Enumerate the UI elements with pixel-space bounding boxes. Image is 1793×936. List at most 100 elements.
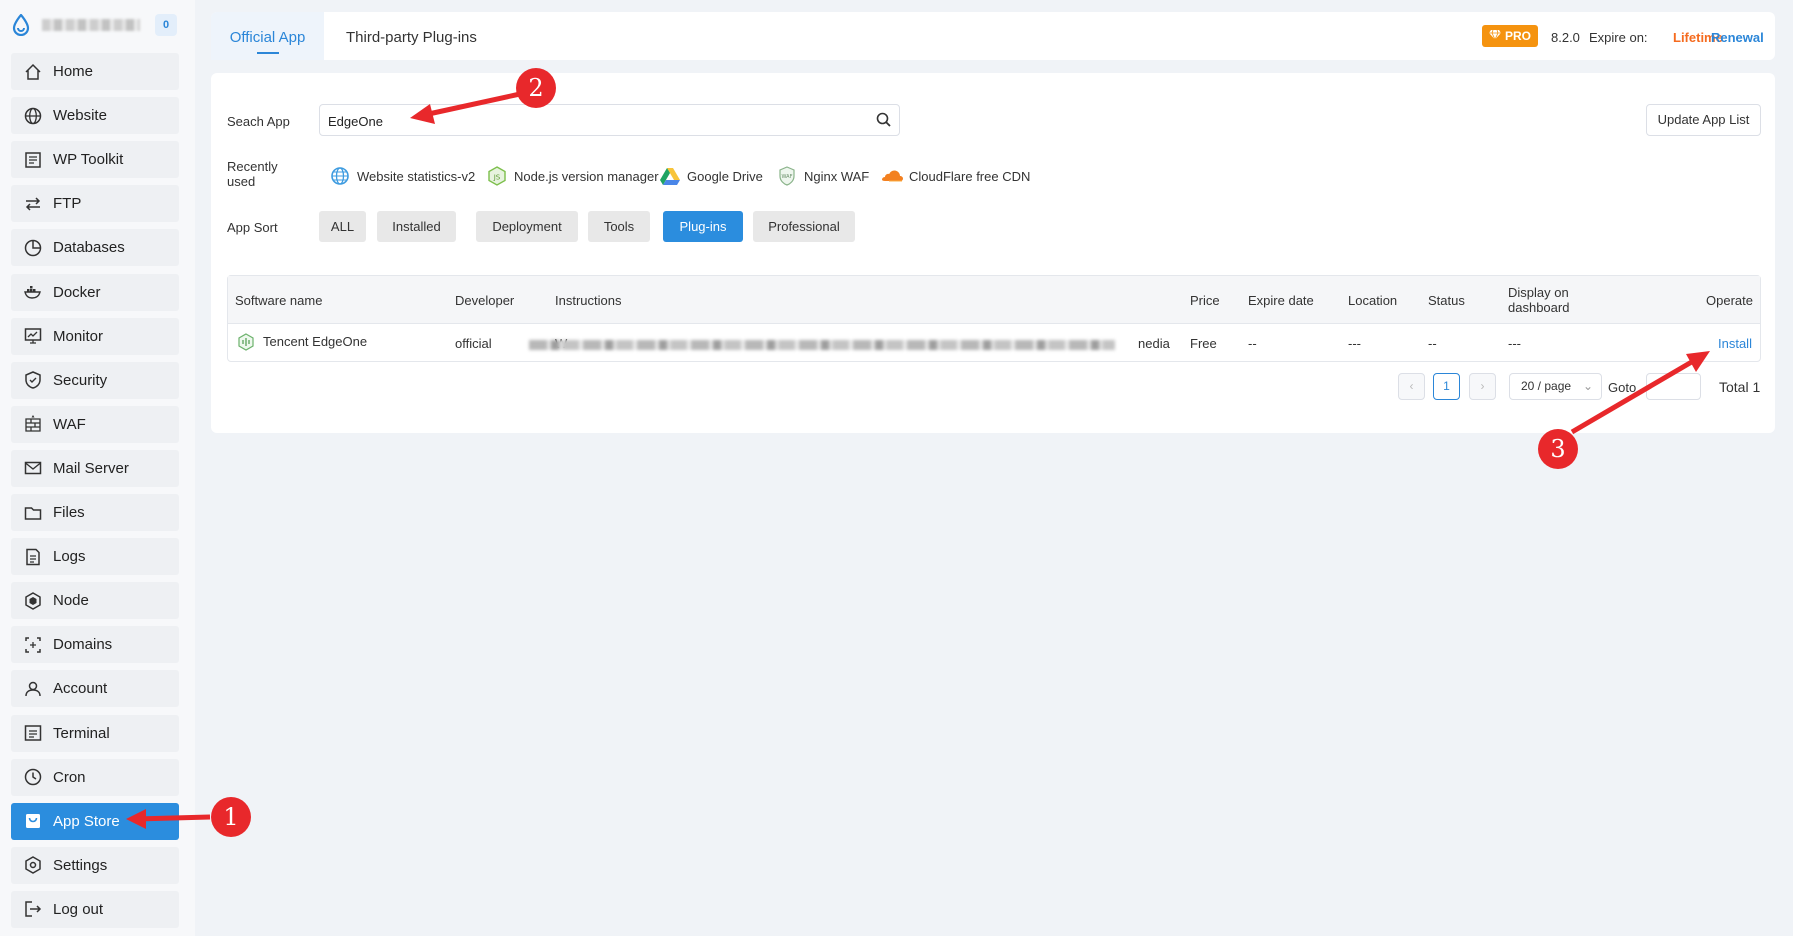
logo-icon — [12, 13, 30, 39]
install-link[interactable]: Install — [1718, 336, 1752, 351]
statistics-icon — [329, 165, 351, 187]
folder-icon — [23, 503, 43, 523]
col-developer: Developer — [455, 293, 515, 308]
recent-item-nodejs-version-manager[interactable]: JS Node.js version manager — [486, 165, 659, 187]
sort-plugins-button[interactable]: Plug-ins — [663, 211, 743, 242]
svg-text:WAF: WAF — [782, 174, 793, 180]
sidebar-item-cron[interactable]: Cron — [11, 758, 179, 796]
status-cell: -- — [1428, 336, 1437, 351]
app-sort-label: App Sort — [227, 220, 278, 235]
sort-all-button[interactable]: ALL — [319, 211, 366, 242]
sidebar-item-settings[interactable]: Settings — [11, 846, 179, 884]
location-cell: --- — [1348, 336, 1361, 351]
sidebar-item-app-store[interactable]: App Store — [11, 802, 179, 840]
sidebar-item-security[interactable]: Security — [11, 361, 179, 399]
recently-used-label: Recently used — [227, 159, 278, 189]
notification-badge[interactable]: 0 — [155, 14, 177, 36]
sidebar-item-mail-server[interactable]: Mail Server — [11, 449, 179, 487]
sidebar-item-label: Log out — [53, 900, 104, 918]
sidebar-item-label: Account — [53, 680, 108, 698]
settings-icon — [23, 855, 43, 875]
recent-item-cloudflare-cdn[interactable]: CloudFlare free CDN — [881, 165, 1030, 187]
sidebar-item-label: Logs — [53, 548, 86, 566]
next-page-button[interactable]: › — [1469, 373, 1496, 400]
sort-tools-button[interactable]: Tools — [588, 211, 650, 242]
sidebar-item-label: Cron — [53, 768, 86, 786]
svg-text:JS: JS — [493, 174, 501, 182]
sidebar-item-ftp[interactable]: FTP — [11, 185, 179, 223]
developer-cell: official — [455, 336, 492, 351]
domain-icon — [23, 635, 43, 655]
docker-icon — [23, 282, 43, 302]
search-icon[interactable] — [876, 112, 891, 130]
sidebar-item-wp-toolkit[interactable]: WP Toolkit — [11, 141, 179, 179]
sidebar-item-databases[interactable]: Databases — [11, 229, 179, 267]
col-location: Location — [1348, 293, 1398, 308]
price-cell: Free — [1190, 336, 1217, 351]
sidebar-item-label: Website — [53, 107, 107, 125]
page-1-button[interactable]: 1 — [1433, 373, 1460, 400]
sidebar-item-domains[interactable]: Domains — [11, 626, 179, 664]
recent-item-website-statistics[interactable]: Website statistics-v2 — [329, 165, 475, 187]
goto-input[interactable] — [1646, 373, 1701, 400]
sidebar-item-monitor[interactable]: Monitor — [11, 317, 179, 355]
firewall-icon — [23, 414, 43, 434]
recent-item-google-drive[interactable]: Google Drive — [659, 165, 763, 187]
nodejs-icon: JS — [486, 165, 508, 187]
sidebar-item-label: Mail Server — [53, 459, 129, 477]
sidebar-item-logs[interactable]: Logs — [11, 538, 179, 576]
search-label: Seach App — [227, 114, 290, 129]
app-store-panel: Seach App Update App List Recently used … — [211, 73, 1775, 433]
prev-page-button[interactable]: ‹ — [1398, 373, 1425, 400]
sidebar-item-files[interactable]: Files — [11, 494, 179, 531]
total-count: Total 1 — [1719, 379, 1761, 395]
sidebar-item-label: FTP — [53, 195, 82, 213]
brand: 0 — [12, 12, 182, 38]
sidebar-item-log-out[interactable]: Log out — [11, 890, 179, 928]
edgeone-icon — [238, 333, 256, 351]
mail-icon — [23, 458, 43, 478]
tab-official-app[interactable]: Official App — [211, 12, 324, 60]
display-cell: --- — [1508, 336, 1521, 351]
pro-badge[interactable]: PRO — [1482, 25, 1539, 47]
instructions-end: nedia — [1138, 336, 1170, 351]
recent-item-nginx-waf[interactable]: WAF Nginx WAF — [776, 165, 869, 187]
clock-icon — [23, 767, 43, 787]
sidebar-item-waf[interactable]: WAF — [11, 405, 179, 443]
search-input[interactable] — [328, 111, 848, 131]
sidebar-item-home[interactable]: Home — [11, 53, 179, 90]
sort-deployment-button[interactable]: Deployment — [476, 211, 578, 242]
sidebar-item-label: Terminal — [53, 724, 110, 742]
transfer-icon — [23, 194, 43, 214]
sidebar-item-docker[interactable]: Docker — [11, 273, 179, 311]
sidebar-item-label: Docker — [53, 283, 101, 301]
sidebar-item-label: Monitor — [53, 327, 104, 345]
annotation-number: 3 — [1550, 435, 1565, 463]
sidebar-item-terminal[interactable]: Terminal — [11, 714, 179, 752]
sidebar-item-label: Settings — [53, 856, 108, 874]
per-page-select[interactable]: 20 / page ⌄ — [1509, 373, 1602, 400]
annotation-number: 1 — [223, 803, 238, 831]
col-status: Status — [1428, 293, 1465, 308]
sidebar-item-website[interactable]: Website — [11, 97, 179, 135]
database-icon — [23, 238, 43, 258]
sidebar-item-account[interactable]: Account — [11, 670, 179, 708]
search-field[interactable] — [319, 104, 900, 136]
update-app-list-button[interactable]: Update App List — [1646, 104, 1761, 136]
sidebar-item-node[interactable]: Node — [11, 582, 179, 620]
sidebar-item-label: Files — [53, 504, 85, 521]
expire-label: Expire on: — [1589, 30, 1648, 45]
log-icon — [23, 547, 43, 567]
renewal-link[interactable]: Renewal — [1711, 30, 1764, 45]
col-display-on-dashboard: Display on dashboard — [1508, 285, 1570, 315]
goto-label: Goto — [1608, 380, 1637, 395]
wordpress-icon — [23, 150, 43, 170]
node-icon — [23, 591, 43, 611]
sort-installed-button[interactable]: Installed — [377, 211, 456, 242]
sort-professional-button[interactable]: Professional — [753, 211, 855, 242]
col-instructions: Instructions — [555, 293, 622, 308]
shield-icon — [23, 370, 43, 390]
home-icon — [23, 62, 43, 82]
blurred-username — [42, 19, 140, 31]
tab-third-party-plugins[interactable]: Third-party Plug-ins — [346, 12, 477, 60]
